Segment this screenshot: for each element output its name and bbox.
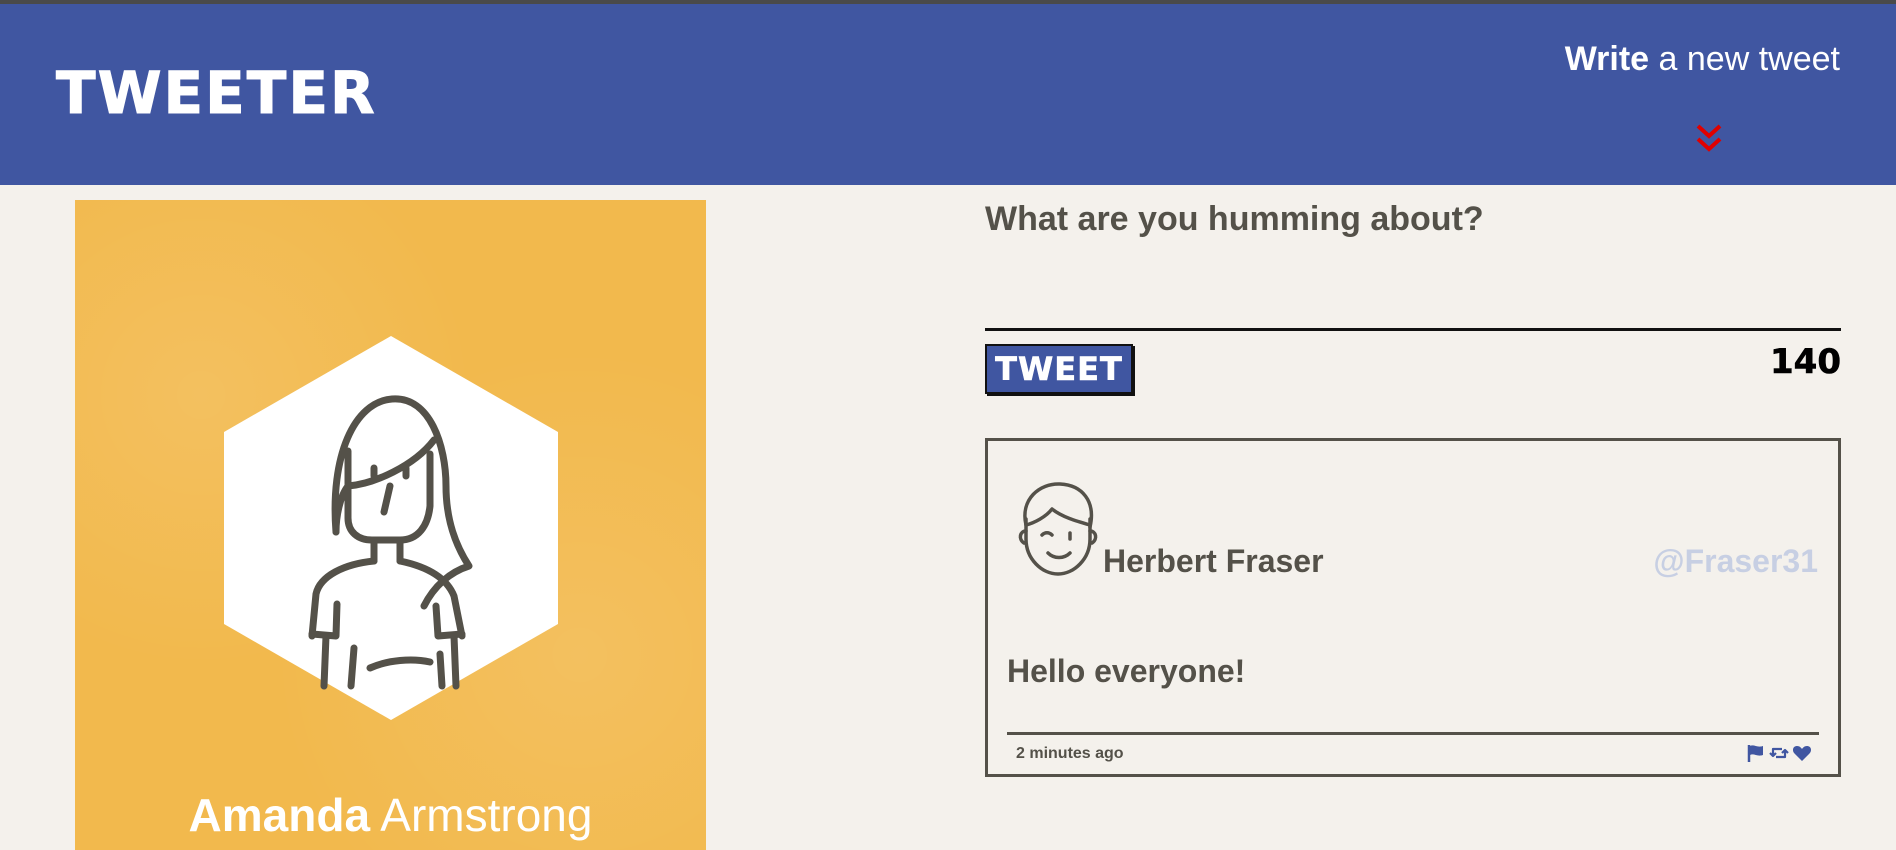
tweet-content: Hello everyone! <box>1007 653 1246 689</box>
tweet-card: Herbert Fraser @Fraser31 Hello everyone!… <box>985 438 1841 777</box>
tweet-actions <box>1746 743 1812 763</box>
man-avatar-icon <box>1018 482 1098 576</box>
nav-bar: TWEETER Write a new tweet <box>0 4 1896 185</box>
tweet-submit-button[interactable]: TWEET <box>985 344 1133 394</box>
profile-first-name: Amanda <box>188 789 371 841</box>
tweet-author-name: Herbert Fraser <box>1103 543 1324 579</box>
profile-last-name: Armstrong <box>380 789 593 841</box>
double-chevron-down-icon[interactable] <box>1692 122 1726 156</box>
write-new-tweet-link[interactable]: Write a new tweet <box>1565 40 1840 79</box>
heart-icon[interactable] <box>1792 743 1812 763</box>
new-tweet-form: What are you humming about? TWEET 140 <box>985 196 1841 394</box>
profile-card: Amanda Armstrong <box>75 200 706 850</box>
compose-link-strong: Write <box>1564 40 1650 78</box>
character-counter: 140 <box>1770 342 1842 383</box>
flag-icon[interactable] <box>1746 743 1766 763</box>
tweet-text-input[interactable]: What are you humming about? <box>985 196 1841 332</box>
tweet-input-underline <box>985 328 1841 331</box>
profile-name: Amanda Armstrong <box>75 788 706 842</box>
brand-logo: TWEETER <box>56 59 377 127</box>
tweet-timestamp: 2 minutes ago <box>1016 745 1124 762</box>
retweet-icon[interactable] <box>1769 743 1789 763</box>
tweet-footer-divider <box>1007 732 1819 735</box>
woman-avatar-icon <box>224 336 558 720</box>
compose-link-rest: a new tweet <box>1658 40 1840 78</box>
tweet-author-handle: @Fraser31 <box>1653 543 1818 579</box>
